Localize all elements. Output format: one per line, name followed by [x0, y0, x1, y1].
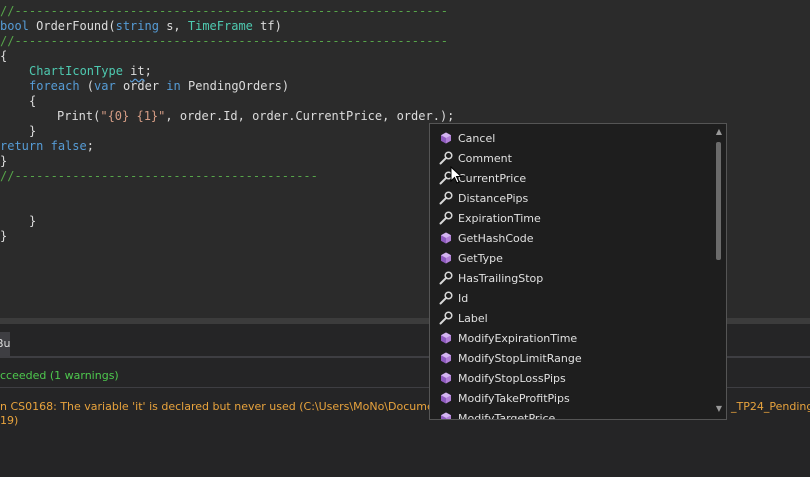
completion-item-distancepips[interactable]: DistancePips [438, 188, 708, 208]
var-order: order [115, 79, 167, 93]
keyword-foreach: foreach [29, 79, 80, 93]
paren: ( [79, 79, 95, 93]
property-wrench-icon [438, 290, 454, 306]
completion-item-label: ModifyExpirationTime [458, 331, 578, 345]
print-args: , order.Id, order.CurrentPrice, order. [165, 109, 440, 123]
warning-message-tail: _TP24_PendingOr [731, 400, 810, 413]
keyword-false: false [50, 139, 87, 153]
completion-item-hastrailingstop[interactable]: HasTrailingStop [438, 268, 708, 288]
semicolon: ; [447, 109, 455, 123]
completion-item-label: CurrentPrice [458, 171, 527, 185]
completion-item-currentprice[interactable]: CurrentPrice [438, 168, 708, 188]
property-wrench-icon [438, 150, 454, 166]
property-wrench-icon [438, 270, 454, 286]
code-line-comment-3: //--------------------------------------… [0, 169, 318, 183]
completion-item-label: GetHashCode [458, 231, 534, 245]
completion-item-modifytakeprofitpips[interactable]: ModifyTakeProfitPips [438, 388, 708, 408]
warning-message[interactable]: n CS0168: The variable 'it' is declared … [0, 400, 495, 414]
completion-item-label: ModifyTargetPrice [458, 411, 556, 420]
semicolon: ; [86, 139, 94, 153]
completion-item-label: HasTrailingStop [458, 271, 544, 285]
code-line-class-close-brace: } [29, 214, 37, 228]
completion-scrollbar[interactable]: ▲ ▼ [712, 124, 726, 419]
completion-item-label: Cancel [458, 131, 496, 145]
scroll-thumb[interactable] [716, 142, 721, 260]
scroll-down-arrow-icon[interactable]: ▼ [714, 404, 724, 416]
print-call: Print( [57, 109, 101, 123]
completion-item-label: ModifyStopLimitRange [458, 351, 582, 365]
completion-item-modifytargetprice[interactable]: ModifyTargetPrice [438, 408, 708, 420]
scroll-up-arrow-icon[interactable]: ▲ [714, 127, 724, 139]
code-line-open-brace: { [0, 49, 8, 63]
completion-item-label: Id [458, 291, 469, 305]
completion-item-gethashcode[interactable]: GetHashCode [438, 228, 708, 248]
tab-build-result[interactable]: Build Result [0, 332, 10, 356]
completion-item-cancel[interactable]: Cancel [438, 128, 708, 148]
completion-item-label: ModifyStopLossPips [458, 371, 566, 385]
completion-item-id[interactable]: Id [438, 288, 708, 308]
completion-item-label: Comment [458, 151, 512, 165]
completion-item-label[interactable]: Label [438, 308, 708, 328]
keyword-in: in [166, 79, 181, 93]
completion-item-label: DistancePips [458, 191, 529, 205]
completion-item-gettype[interactable]: GetType [438, 248, 708, 268]
build-status-text: cceeded (1 warnings) [0, 369, 119, 382]
code-line-print: Print("{0} {1}", order.Id, order.Current… [57, 106, 454, 126]
method-icon [438, 370, 454, 386]
mouse-pointer-icon [450, 166, 462, 184]
completion-item-expirationtime[interactable]: ExpirationTime [438, 208, 708, 228]
completion-item-label: ModifyTakeProfitPips [458, 391, 570, 405]
keyword-var: var [94, 79, 116, 93]
pending-orders: PendingOrders) [180, 79, 290, 93]
code-line-foreach: foreach (var order in PendingOrders) [29, 76, 289, 96]
method-icon [438, 390, 454, 406]
code-line-return: return false; [0, 136, 94, 156]
completion-item-label: ExpirationTime [458, 211, 541, 225]
completion-list-popup[interactable]: Cancel Comment CurrentPrice DistancePips Exp… [429, 123, 727, 420]
method-icon [438, 410, 454, 419]
completion-item-modifystoplosspips[interactable]: ModifyStopLossPips [438, 368, 708, 388]
code-line-inner-open-brace: { [29, 94, 37, 108]
completion-item-comment[interactable]: Comment [438, 148, 708, 168]
property-wrench-icon [438, 190, 454, 206]
property-wrench-icon [438, 310, 454, 326]
method-icon [438, 230, 454, 246]
warning-message-cont: 19) [0, 414, 19, 427]
method-icon [438, 350, 454, 366]
code-line-comment-2: //--------------------------------------… [0, 34, 448, 48]
method-icon [438, 250, 454, 266]
method-icon [438, 330, 454, 346]
completion-item-label: GetType [458, 251, 503, 265]
completion-item-modifyexpirationtime[interactable]: ModifyExpirationTime [438, 328, 708, 348]
property-wrench-icon [438, 210, 454, 226]
completion-item-modifystoplimitrange[interactable]: ModifyStopLimitRange [438, 348, 708, 368]
method-icon [438, 130, 454, 146]
format-string: "{0} {1}" [100, 109, 166, 123]
completion-item-label: Label [458, 311, 488, 325]
code-line-namespace-close-brace: } [0, 229, 8, 243]
